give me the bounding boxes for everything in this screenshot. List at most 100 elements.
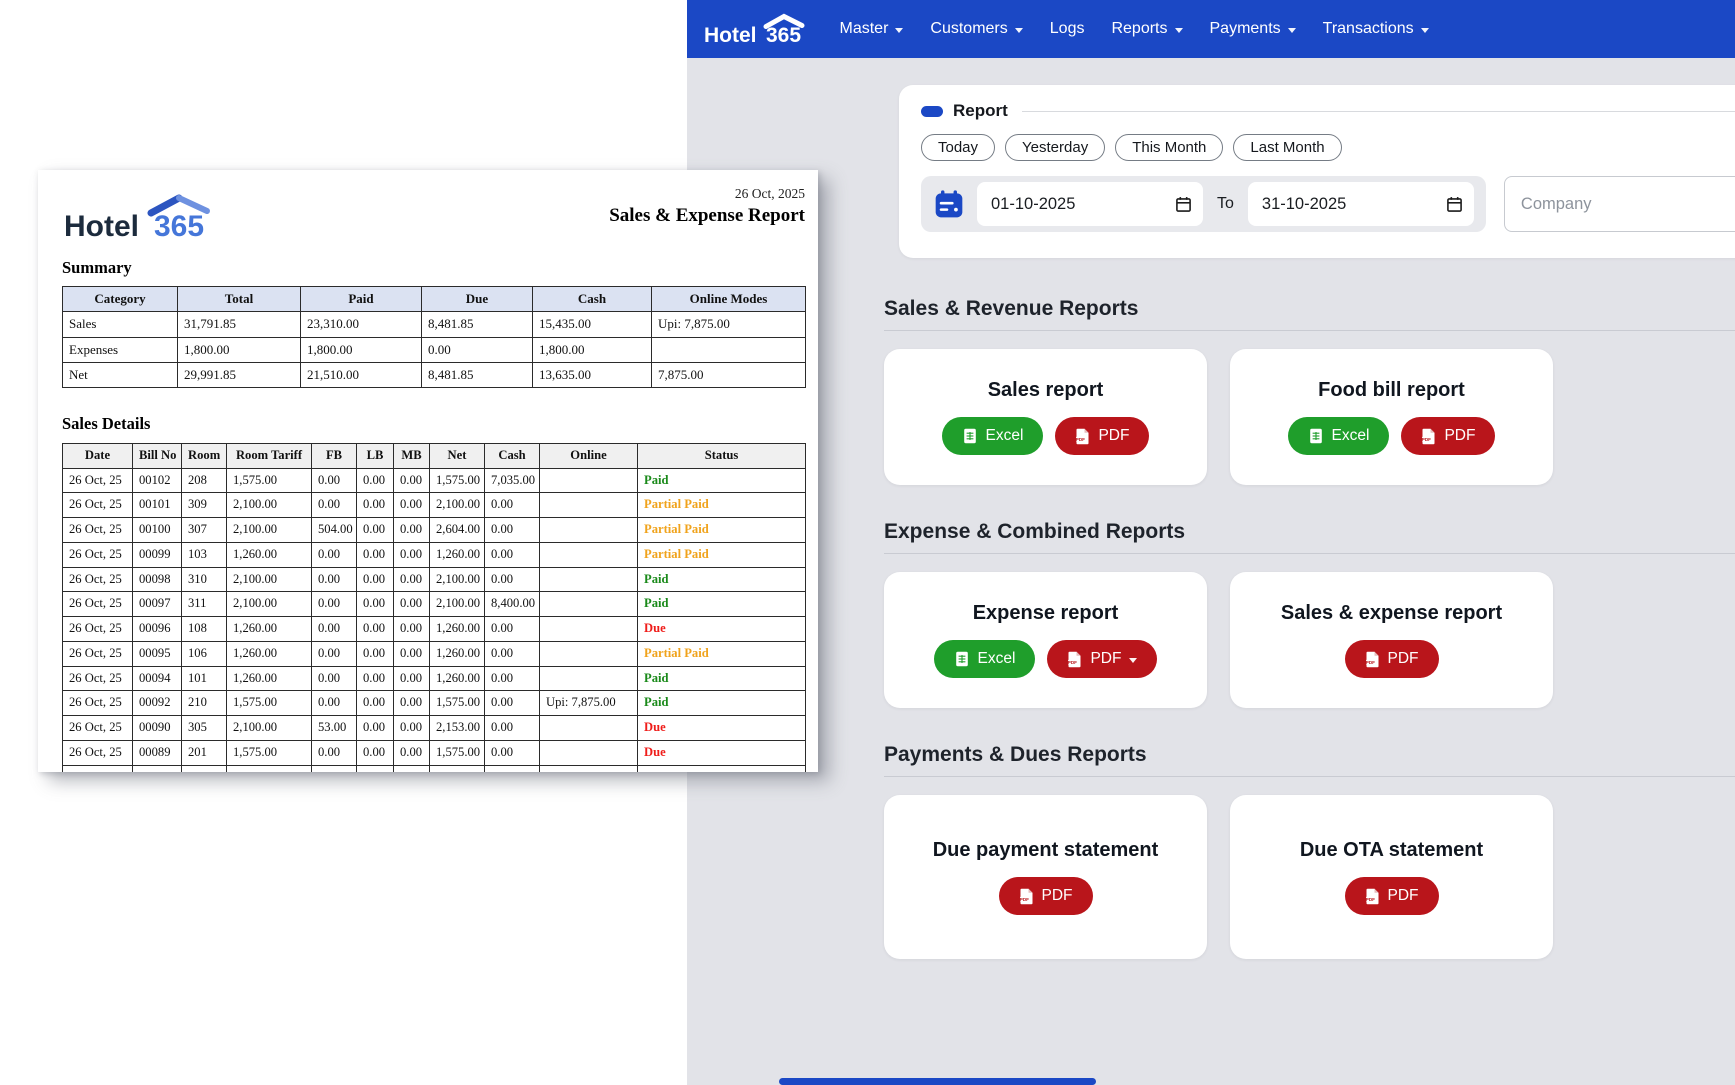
cell [540, 617, 638, 642]
quick-range-pills: Today Yesterday This Month Last Month [921, 134, 1735, 161]
excel-file-icon [962, 428, 978, 444]
date-picker-icon[interactable] [1175, 196, 1192, 213]
pdf-download-button[interactable]: PDFPDF [1047, 640, 1157, 678]
pdf-download-button[interactable]: PDF PDF [1345, 640, 1439, 678]
cell: 1,575.00 [227, 691, 312, 716]
brand-logo[interactable]: Hotel 365 [704, 13, 806, 46]
cell [394, 765, 430, 772]
cell [133, 765, 182, 772]
excel-download-button[interactable]: Excel [1288, 417, 1390, 455]
quick-range-this-month[interactable]: This Month [1115, 134, 1223, 161]
cell: 26 Oct, 25 [63, 617, 133, 642]
end-date-field[interactable] [1248, 182, 1474, 226]
cell: 0.00 [485, 518, 540, 543]
cell: 0.00 [357, 641, 394, 666]
quick-range-yesterday[interactable]: Yesterday [1005, 134, 1105, 161]
chevron-down-icon [1288, 28, 1296, 33]
cell: 7,875.00 [652, 362, 806, 387]
cell: 00098 [133, 567, 182, 592]
pdf-file-icon: PDF [1421, 428, 1436, 445]
horizontal-scrollbar[interactable] [779, 1078, 1096, 1085]
company-select[interactable]: Company [1504, 176, 1735, 232]
button-label: PDF [1388, 650, 1419, 668]
cell: 0.00 [394, 567, 430, 592]
cell: 26 Oct, 25 [63, 542, 133, 567]
pdf-download-button[interactable]: PDF PDF [999, 877, 1093, 915]
report-legend-label: Report [953, 101, 1008, 121]
pdf-download-button[interactable]: PDFPDF [1401, 417, 1495, 455]
nav-item-reports[interactable]: Reports [1111, 20, 1182, 38]
button-label: PDF [1042, 887, 1073, 905]
cell: 0.00 [312, 666, 357, 691]
excel-download-button[interactable]: Excel [942, 417, 1044, 455]
cell: 00101 [133, 493, 182, 518]
cell: 0.00 [394, 592, 430, 617]
cell: 00102 [133, 468, 182, 493]
end-date-input[interactable] [1248, 182, 1474, 226]
column-header: Due [422, 287, 533, 312]
cell: 8,481.85 [422, 312, 533, 337]
cell: 31,791.85 [178, 312, 301, 337]
cell: 0.00 [312, 468, 357, 493]
summary-table: CategoryTotalPaidDueCashOnline ModesSale… [62, 286, 806, 388]
pdf-download-button[interactable]: PDFPDF [1345, 877, 1439, 915]
cell: 2,100.00 [227, 493, 312, 518]
status-cell: Partial Paid [638, 542, 806, 567]
card-title: Due payment statement [933, 839, 1159, 862]
excel-file-icon [1308, 428, 1324, 444]
nav-item-payments[interactable]: Payments [1210, 20, 1296, 38]
cell: 26 Oct, 25 [63, 641, 133, 666]
svg-text:PDF: PDF [1019, 896, 1028, 901]
excel-download-button[interactable]: Excel [934, 640, 1036, 678]
cell: 0.00 [394, 518, 430, 543]
nav-item-logs[interactable]: Logs [1050, 20, 1085, 38]
date-picker-icon[interactable] [1446, 196, 1463, 213]
status-cell: Partial Paid [638, 641, 806, 666]
cell: Upi: 7,875.00 [540, 691, 638, 716]
quick-range-today[interactable]: Today [921, 134, 995, 161]
svg-text:PDF: PDF [1365, 659, 1374, 664]
cell [312, 765, 357, 772]
nav-item-transactions[interactable]: Transactions [1323, 20, 1429, 38]
card-row: Due payment statementPDFPDFDue OTA state… [884, 795, 1735, 959]
cell: 1,575.00 [430, 740, 485, 765]
report-preview-document: Hotel 365 26 Oct, 2025 Sales & Expense R… [38, 170, 818, 772]
nav-item-label: Master [840, 20, 889, 38]
pdf-download-button[interactable]: PDFPDF [1055, 417, 1149, 455]
start-date-field[interactable] [977, 182, 1203, 226]
cell: 0.00 [357, 468, 394, 493]
cell: 0.00 [394, 617, 430, 642]
cell: 307 [182, 518, 227, 543]
document-date: 26 Oct, 2025 [609, 186, 805, 202]
sales-details-heading: Sales Details [62, 414, 805, 433]
cell: 1,800.00 [301, 337, 422, 362]
cell: 2,100.00 [430, 592, 485, 617]
column-header: Room [182, 444, 227, 469]
nav-item-master[interactable]: Master [840, 20, 904, 38]
nav-item-customers[interactable]: Customers [930, 20, 1022, 38]
card-title: Food bill report [1318, 379, 1465, 402]
cell: 0.00 [357, 617, 394, 642]
table-row: 26 Oct, 25001022081,575.000.000.000.001,… [63, 468, 806, 493]
cell: 101 [182, 666, 227, 691]
cell: 0.00 [394, 691, 430, 716]
cell: 26 Oct, 25 [63, 518, 133, 543]
cell: 0.00 [485, 567, 540, 592]
start-date-input[interactable] [977, 182, 1203, 226]
table-row: 26 Oct, 25000991031,260.000.000.000.001,… [63, 542, 806, 567]
cell: Net [63, 362, 178, 387]
cell: 2,100.00 [430, 567, 485, 592]
table-row: 26 Oct, 25000973112,100.000.000.000.002,… [63, 592, 806, 617]
cell: 2,100.00 [430, 493, 485, 518]
column-header: Room Tariff [227, 444, 312, 469]
button-row: Excel PDFPDF [942, 417, 1150, 455]
quick-range-last-month[interactable]: Last Month [1233, 134, 1341, 161]
cell: 26 Oct, 25 [63, 468, 133, 493]
cell: 0.00 [357, 666, 394, 691]
cell: 0.00 [485, 740, 540, 765]
excel-file-icon [954, 651, 970, 667]
cell: 0.00 [485, 493, 540, 518]
cell: 1,800.00 [533, 337, 652, 362]
cell [63, 765, 133, 772]
button-label: PDF [1090, 650, 1121, 668]
